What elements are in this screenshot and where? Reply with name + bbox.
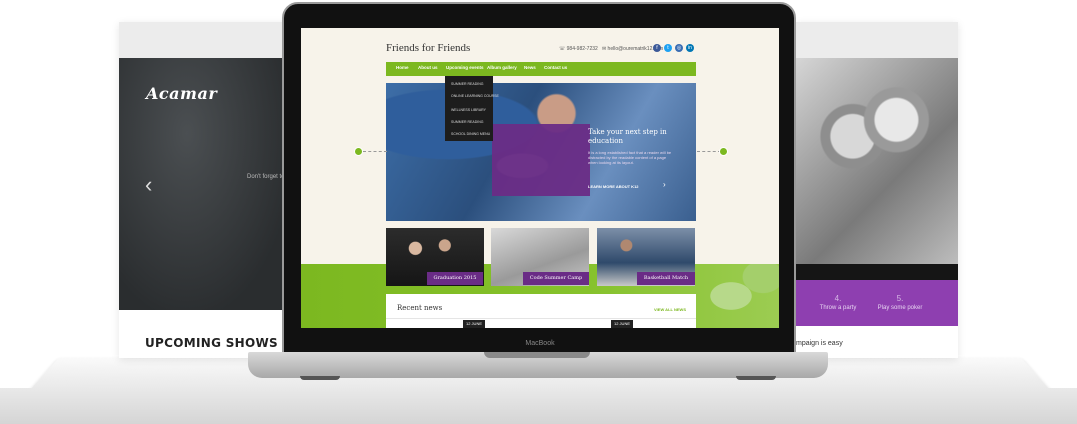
graduation-label[interactable]: Graduation 2015 [427, 272, 483, 285]
hero-caption-card [492, 124, 590, 196]
slider-dash-right [697, 151, 721, 152]
couple-photo [796, 58, 958, 264]
slider-dash-left [363, 151, 387, 152]
showcase-stage: Acamar ‹ Don't forget to UPCOMING SHOWS … [0, 0, 1077, 424]
hero-text: It is a long established fact that a rea… [588, 150, 672, 165]
step-5-label: Play some poker [877, 305, 923, 311]
laptop-foot [736, 376, 776, 380]
contact-info: ☏ 984-982-7232 ✉ hello@ourematrik12.com [559, 46, 663, 52]
phone-icon: ☏ [559, 46, 567, 52]
acamar-logo: Acamar [146, 84, 218, 103]
nav-news[interactable]: News [524, 65, 536, 70]
code-camp-label[interactable]: Code Summer Camp [523, 272, 589, 285]
site-title[interactable]: Friends for Friends [386, 42, 470, 54]
step-5: 5. Play some poker [870, 294, 930, 311]
step-4-label: Throw a party [819, 305, 857, 311]
view-all-news-link[interactable]: VIEW ALL NEWS [654, 307, 686, 312]
right-card-dark-band [796, 264, 958, 280]
mail-icon: ✉ [599, 46, 608, 52]
left-preview-card: Acamar ‹ Don't forget to UPCOMING SHOWS [119, 22, 289, 358]
laptop-notch [484, 352, 590, 358]
nav-contact[interactable]: Contact us [544, 65, 567, 70]
right-preview-card: 4. Throw a party 5. Play some poker mpai… [796, 22, 958, 358]
dropdown-item[interactable]: SUMMER READING [451, 82, 483, 86]
phone-number: 984-982-7232 [566, 46, 598, 52]
nav-about[interactable]: About us [418, 65, 438, 70]
right-card-header [796, 22, 958, 58]
dropdown-item[interactable]: WELLNESS LIBRARY [451, 108, 486, 112]
nav-upcoming-events[interactable]: Upcoming events [446, 65, 484, 70]
slider-prev-dot[interactable] [354, 147, 363, 156]
laptop-screen: Friends for Friends ☏ 984-982-7232 ✉ hel… [301, 28, 779, 328]
dropdown-item[interactable]: SUMMER READING [451, 120, 483, 124]
dropdown-item[interactable]: ONLINE LEARNING COURSE [451, 94, 499, 98]
basketball-label[interactable]: Basketball Match [637, 272, 695, 285]
left-card-header [119, 22, 289, 58]
news-divider [386, 318, 696, 319]
upcoming-shows-heading: UPCOMING SHOWS [145, 336, 278, 350]
instagram-icon[interactable]: ◎ [675, 44, 683, 52]
twitter-icon[interactable]: t [664, 44, 672, 52]
slider-next-dot[interactable] [719, 147, 728, 156]
step-4: 4. Throw a party [808, 294, 868, 311]
nav-album-gallery[interactable]: Album gallery [487, 65, 517, 70]
leaf-decoration [699, 264, 779, 328]
step-4-number: 4. [834, 294, 842, 303]
laptop-foot [300, 376, 340, 380]
nav-home[interactable]: Home [396, 65, 409, 70]
pedestal-front [0, 388, 1077, 424]
news-date-badge: 12 JUNE [611, 320, 634, 328]
dropdown-item[interactable]: SCHOOL DINING MENU [451, 132, 490, 136]
hero-learn-more-link[interactable]: LEARN MORE ABOUT K12 [588, 184, 639, 189]
left-card-snippet: Don't forget to [247, 174, 285, 180]
hero-title: Take your next step in education [588, 128, 667, 145]
right-card-steps-band: 4. Throw a party 5. Play some poker [796, 280, 958, 326]
step-5-number: 5. [896, 294, 904, 303]
facebook-icon[interactable]: f [653, 44, 661, 52]
main-nav: Home About us Upcoming events Album gall… [386, 62, 696, 76]
macbook-label: MacBook [525, 340, 555, 347]
recent-news-title: Recent news [397, 304, 443, 312]
chevron-right-icon[interactable]: › [663, 180, 666, 189]
news-date-badge: 12 JUNE [463, 320, 486, 328]
linkedin-icon[interactable]: in [686, 44, 694, 52]
upcoming-events-dropdown: SUMMER READING ONLINE LEARNING COURSE WE… [445, 76, 499, 141]
chevron-left-icon[interactable]: ‹ [145, 172, 152, 198]
right-card-caption: mpaign is easy [796, 340, 843, 347]
